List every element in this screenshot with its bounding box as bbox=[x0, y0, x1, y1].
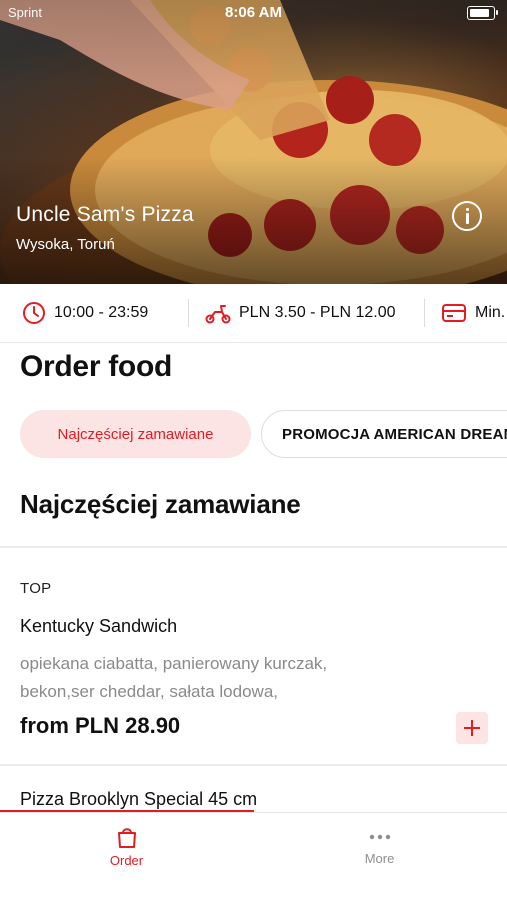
add-to-cart-button[interactable] bbox=[456, 712, 488, 744]
plus-icon-vertical bbox=[471, 720, 473, 736]
tab-label: Order bbox=[109, 853, 144, 868]
bottom-tab-bar: Order More bbox=[0, 812, 507, 901]
item-description-line: bekon,ser cheddar, sałata lodowa, bbox=[20, 682, 279, 701]
credit-card-icon bbox=[442, 304, 466, 322]
item-description: opiekana ciabatta, panierowany kurczak, … bbox=[20, 650, 420, 706]
category-chip-most-ordered[interactable]: Najczęściej zamawiane bbox=[20, 410, 251, 458]
more-dots-icon bbox=[369, 834, 390, 840]
item-description-line: opiekana ciabatta, panierowany kurczak, bbox=[20, 654, 328, 673]
tab-more[interactable]: More bbox=[253, 813, 506, 883]
category-chip-american-dream[interactable]: PROMOCJA AMERICAN DREAM bbox=[261, 410, 507, 458]
tab-order[interactable]: Order bbox=[0, 813, 253, 883]
delivery-fee: PLN 3.50 - PLN 12.00 bbox=[205, 284, 396, 342]
shopping-bag-icon bbox=[117, 828, 136, 848]
item-name: Kentucky Sandwich bbox=[20, 616, 178, 636]
page-title: Order food bbox=[20, 350, 172, 383]
category-tabs: Najczęściej zamawiane PROMOCJA AMERICAN … bbox=[0, 408, 507, 460]
item-tag: TOP bbox=[20, 580, 52, 597]
battery-icon bbox=[467, 6, 498, 20]
minimum-order-text: Min. bbox=[475, 304, 506, 321]
restaurant-hero-image: Sprint 8:06 AM Uncle Sam's Pizza Wysoka,… bbox=[0, 0, 507, 284]
section-divider bbox=[0, 546, 507, 548]
delivery-fee-text: PLN 3.50 - PLN 12.00 bbox=[239, 304, 396, 321]
item-divider bbox=[0, 764, 507, 766]
info-icon-bar bbox=[466, 213, 469, 224]
info-icon bbox=[466, 208, 469, 211]
scooter-icon bbox=[205, 305, 231, 324]
status-bar: Sprint 8:06 AM bbox=[0, 0, 507, 26]
restaurant-info-strip[interactable]: 10:00 - 23:59 PLN 3.50 - PLN 12.00 Min. bbox=[0, 284, 507, 343]
status-time: 8:06 AM bbox=[225, 4, 282, 21]
item-price: from PLN 28.90 bbox=[20, 713, 181, 738]
restaurant-location: Wysoka, Toruń bbox=[16, 236, 115, 253]
item-name[interactable]: Pizza Brooklyn Special 45 cm bbox=[20, 789, 257, 810]
category-heading: Najczęściej zamawiane bbox=[20, 489, 301, 519]
opening-hours: 10:00 - 23:59 bbox=[22, 284, 148, 342]
opening-hours-text: 10:00 - 23:59 bbox=[54, 304, 149, 321]
restaurant-name: Uncle Sam's Pizza bbox=[16, 203, 194, 226]
clock-icon bbox=[23, 302, 45, 324]
tab-label: More bbox=[364, 851, 395, 866]
strip-divider bbox=[424, 299, 425, 327]
minimum-order: Min. bbox=[441, 284, 505, 342]
strip-divider bbox=[188, 299, 189, 327]
info-button[interactable] bbox=[452, 201, 482, 231]
